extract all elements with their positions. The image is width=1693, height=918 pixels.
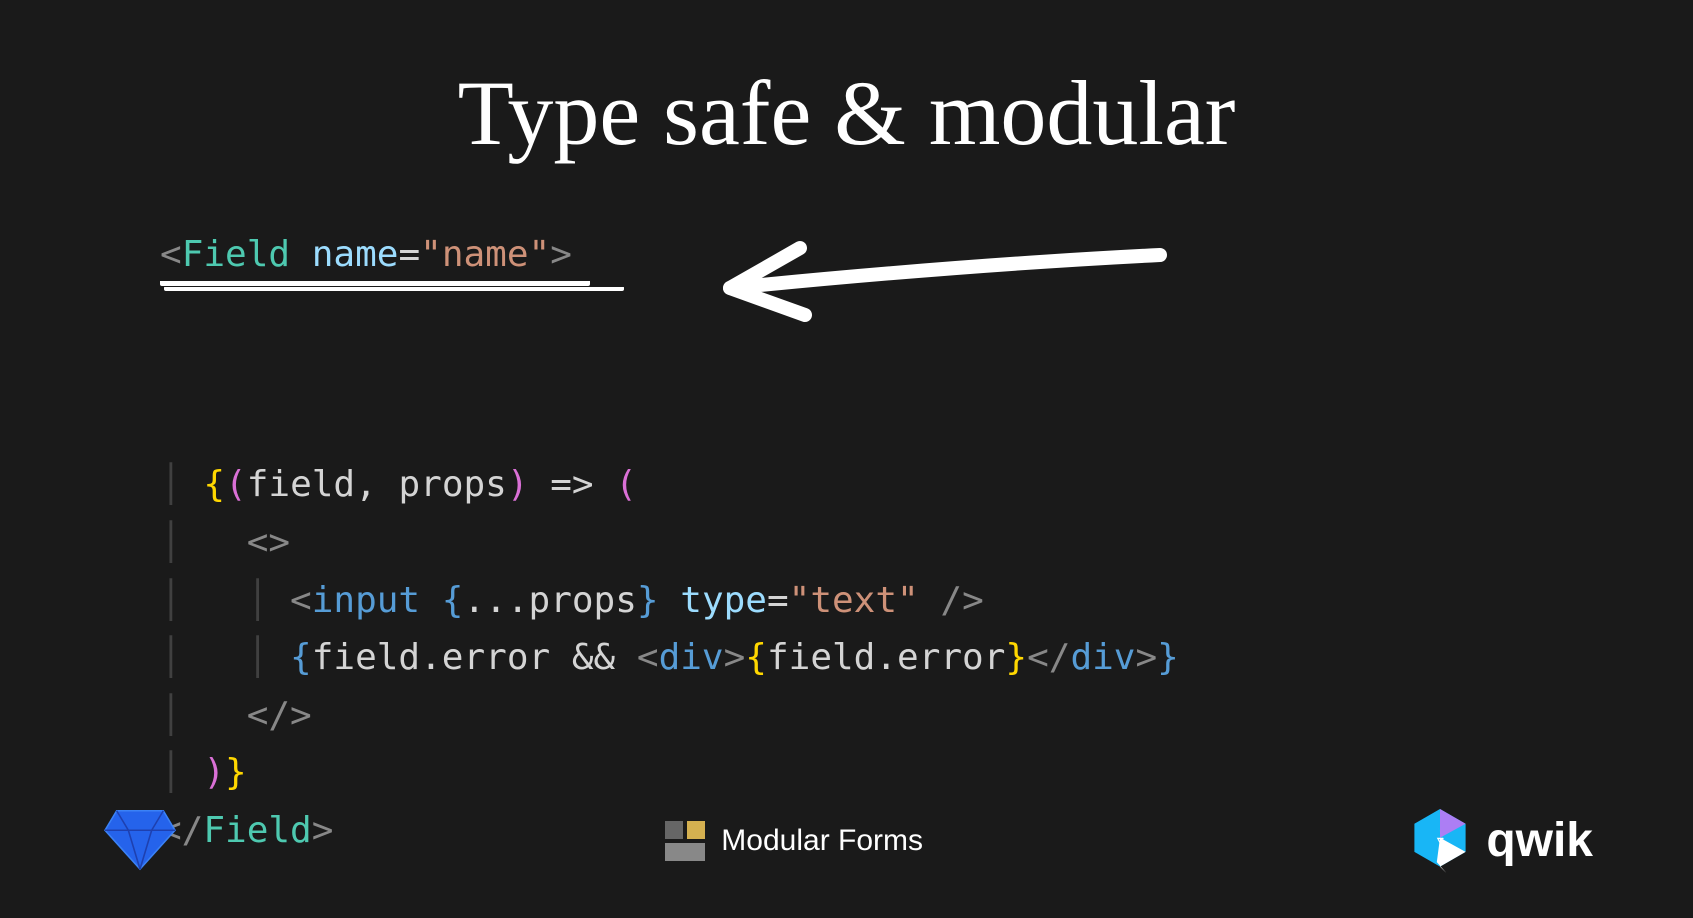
token-self-close: /> <box>940 580 983 621</box>
token-brace-close: } <box>637 580 659 621</box>
code-block: <Field name="name"> │ {(field, props) =>… <box>160 226 1613 860</box>
token-tag-div2: div <box>1070 637 1135 678</box>
code-line-7: │ )} <box>160 744 1613 802</box>
token-brace-open: { <box>203 464 225 505</box>
token-field2: field <box>767 637 875 678</box>
token-dot2: . <box>875 637 897 678</box>
modular-forms-label: Modular Forms <box>721 824 923 858</box>
token-tag-input: input <box>312 580 420 621</box>
token-and: && <box>550 637 637 678</box>
token-equals: = <box>398 234 420 275</box>
token-gt: > <box>724 637 746 678</box>
token-component-field: Field <box>182 234 290 275</box>
underline-marker-2 <box>164 286 624 291</box>
token-attr-type: type <box>680 580 767 621</box>
token-brace-close: } <box>1157 637 1179 678</box>
token-angle-close: > <box>550 234 572 275</box>
token-eq: = <box>767 580 789 621</box>
token-lt-slash: </ <box>1027 637 1070 678</box>
token-arrow: => <box>529 464 616 505</box>
gem-logo-icon <box>100 803 180 878</box>
token-paren-close: ) <box>203 752 225 793</box>
code-line-5: │ │ {field.error && <div>{field.error}</… <box>160 629 1613 687</box>
token-fragment-open: <> <box>247 522 290 563</box>
slide-container: Type safe & modular <Field name="name"> … <box>0 0 1693 918</box>
code-line-1: <Field name="name"> <box>160 226 1613 456</box>
token-space <box>290 234 312 275</box>
token-space <box>420 580 442 621</box>
token-paren-close: ) <box>507 464 529 505</box>
qwik-icon <box>1408 805 1472 877</box>
token-tag-div: div <box>659 637 724 678</box>
modular-forms-logo: Modular Forms <box>665 821 923 861</box>
token-string-name: "name" <box>420 234 550 275</box>
token-param-field: field <box>247 464 355 505</box>
code-line-6: │ </> <box>160 687 1613 745</box>
token-brace-close2: } <box>1005 637 1027 678</box>
token-brace-open: { <box>290 637 312 678</box>
code-line-2: │ {(field, props) => ( <box>160 456 1613 514</box>
token-dot: . <box>420 637 442 678</box>
token-comma: , <box>355 464 398 505</box>
token-paren-open: ( <box>225 464 247 505</box>
qwik-label: qwik <box>1486 813 1593 868</box>
underline-marker-1 <box>160 276 590 286</box>
token-brace-close: } <box>225 752 247 793</box>
token-param-props: props <box>398 464 506 505</box>
footer: Modular Forms qwik <box>0 803 1693 878</box>
token-angle-open: < <box>160 234 182 275</box>
token-paren-open2: ( <box>615 464 637 505</box>
token-space <box>659 580 681 621</box>
token-space <box>919 580 941 621</box>
token-error: error <box>442 637 550 678</box>
code-line-4: │ │ <input {...props} type="text" /> <box>160 572 1613 630</box>
token-lt: < <box>637 637 659 678</box>
token-error2: error <box>897 637 1005 678</box>
token-attr-name: name <box>312 234 399 275</box>
token-fragment-close: </> <box>247 695 312 736</box>
token-brace-open: { <box>442 580 464 621</box>
token-gt2: > <box>1135 637 1157 678</box>
token-field: field <box>312 637 420 678</box>
qwik-logo: qwik <box>1408 805 1593 877</box>
token-spread: ... <box>463 580 528 621</box>
code-line-3: │ <> <box>160 514 1613 572</box>
modular-forms-icon <box>665 821 705 861</box>
token-brace-open2: { <box>745 637 767 678</box>
token-props: props <box>529 580 637 621</box>
token-lt: < <box>290 580 312 621</box>
slide-title: Type safe & modular <box>80 60 1613 166</box>
token-string-text: "text" <box>789 580 919 621</box>
